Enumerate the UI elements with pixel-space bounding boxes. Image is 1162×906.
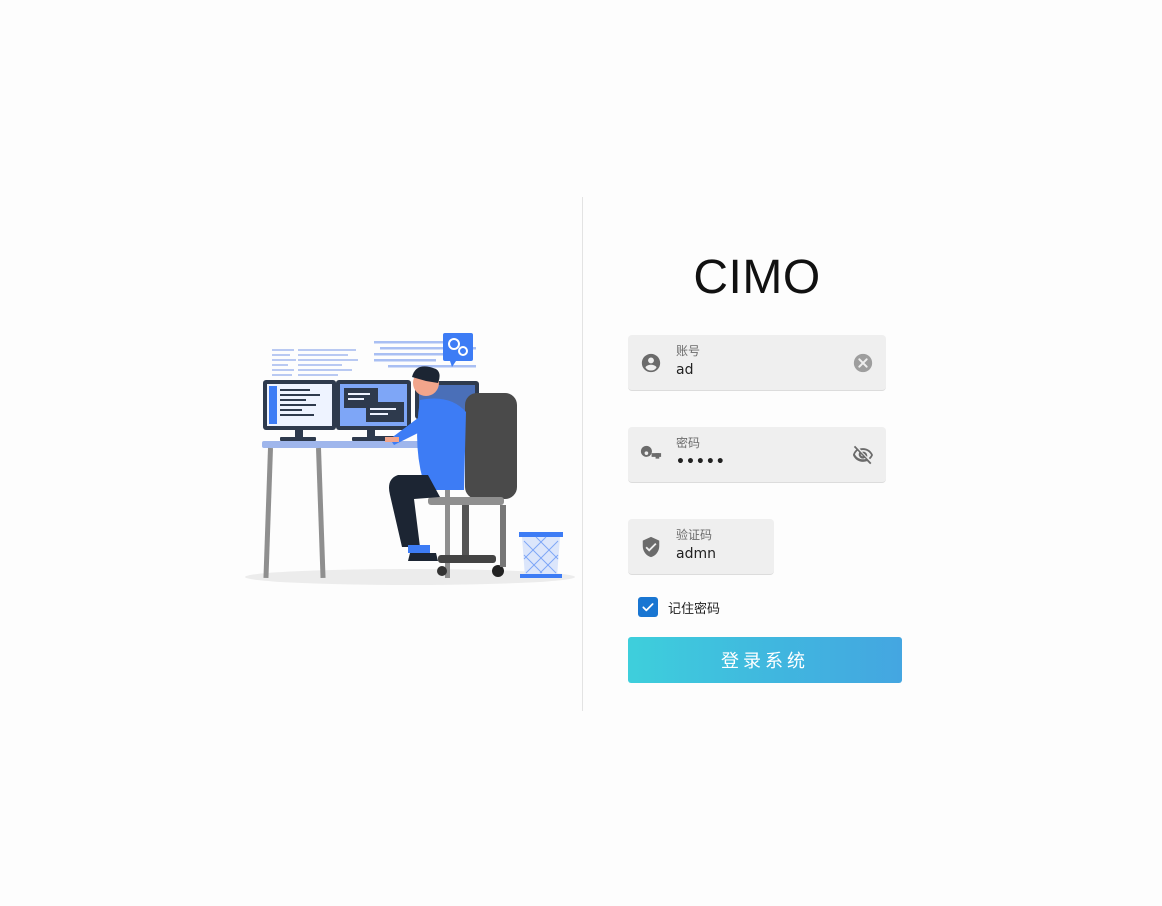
account-input[interactable]: ad [676,361,693,379]
account-circle-icon [640,352,662,374]
captcha-label: 验证码 [676,528,713,542]
captcha-input[interactable]: admn [676,545,716,563]
password-input[interactable]: ••••• [676,453,726,471]
login-page: CIMO 账号 ad 密码 ••••• 验证码 admn 记住密码 登录系统 [0,0,1162,906]
check-icon [642,603,654,612]
clear-icon[interactable] [852,352,874,374]
eye-off-icon[interactable] [852,444,874,466]
captcha-field[interactable]: 验证码 admn [628,519,774,575]
developer-illustration [240,325,580,590]
remember-label: 记住密码 [668,601,721,617]
brand-title: CIMO [693,251,821,304]
account-field[interactable]: 账号 ad [628,335,886,391]
key-icon [640,444,662,466]
account-label: 账号 [676,344,701,358]
remember-checkbox[interactable] [638,597,658,617]
password-label: 密码 [676,436,701,450]
password-field[interactable]: 密码 ••••• [628,427,886,483]
remember-password[interactable]: 记住密码 [638,596,720,618]
login-button[interactable]: 登录系统 [628,637,902,683]
shield-check-icon [640,536,662,558]
vertical-divider [582,197,583,711]
